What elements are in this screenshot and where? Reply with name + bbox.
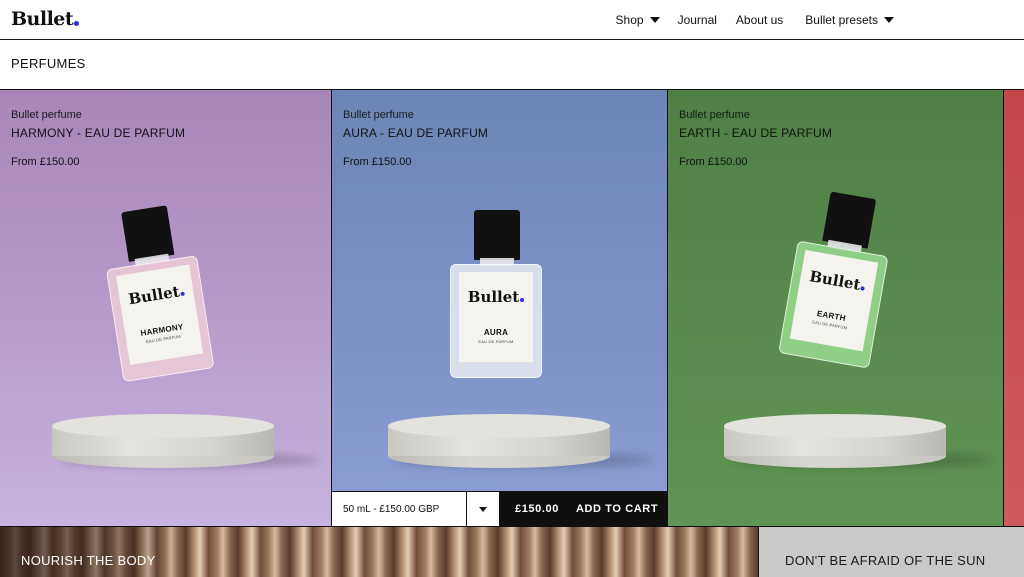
section-title: PERFUMES (11, 56, 86, 71)
collection-title: NOURISH THE BODY (21, 553, 156, 568)
perfume-bottle: Bullet EARTH EAU DE PARFUM (778, 187, 898, 369)
nav-about-label: About us (735, 13, 784, 27)
chevron-down-icon (649, 17, 660, 23)
main-nav: Shop Journal About us Bullet presets (616, 0, 894, 40)
cart-price: £150.00 (515, 503, 559, 515)
bottom-collections: NOURISH THE BODY DON'T BE AFRAID OF THE … (0, 526, 1024, 577)
product-name[interactable]: HARMONY - EAU DE PARFUM (11, 126, 185, 140)
product-card-next-partial[interactable] (1004, 90, 1024, 526)
nav-presets[interactable]: Bullet presets (805, 13, 894, 27)
bottle-label: Bullet EARTH EAU DE PARFUM (789, 249, 879, 352)
product-name[interactable]: EARTH - EAU DE PARFUM (679, 126, 832, 140)
product-name[interactable]: AURA - EAU DE PARFUM (343, 126, 488, 140)
nav-shop[interactable]: Shop (616, 13, 660, 27)
brand-logo[interactable]: Bullet (11, 8, 80, 30)
variant-dropdown-toggle[interactable] (467, 492, 499, 526)
product-card-harmony[interactable]: Bullet perfume HARMONY - EAU DE PARFUM F… (0, 90, 332, 526)
site-header: Bullet Shop Journal About us Bullet pres… (0, 0, 1024, 40)
bottle-label: Bullet HARMONY EAU DE PARFUM (116, 264, 204, 365)
chevron-down-icon (479, 506, 487, 512)
product-price: From £150.00 (679, 156, 748, 168)
nav-presets-label: Bullet presets (805, 13, 878, 27)
perfume-bottle: Bullet HARMONY EAU DE PARFUM (97, 202, 215, 383)
perfume-bottle: Bullet AURA EAU DE PARFUM (450, 210, 542, 378)
pedestal (52, 414, 274, 468)
product-card-aura[interactable]: Bullet perfume AURA - EAU DE PARFUM From… (332, 90, 668, 526)
nav-journal[interactable]: Journal (678, 13, 717, 27)
product-price: From £150.00 (343, 156, 412, 168)
product-price: From £150.00 (11, 156, 80, 168)
variant-select[interactable]: 50 mL - £150.00 GBP (332, 492, 467, 526)
nav-shop-label: Shop (615, 13, 644, 27)
chevron-down-icon (884, 17, 894, 23)
collection-title: DON'T BE AFRAID OF THE SUN (785, 553, 986, 568)
add-to-cart-button[interactable]: £150.00 ADD TO CART (499, 492, 667, 526)
collection-tile-nourish[interactable]: NOURISH THE BODY (0, 527, 758, 577)
section-bar: PERFUMES (0, 40, 1024, 90)
nav-about[interactable]: About us (736, 13, 783, 27)
pedestal (388, 414, 610, 468)
nav-journal-label: Journal (677, 13, 717, 27)
product-card-earth[interactable]: Bullet perfume EARTH - EAU DE PARFUM Fro… (668, 90, 1004, 526)
pedestal (724, 414, 946, 468)
add-to-cart-label: ADD TO CART (575, 503, 659, 515)
product-brand: Bullet perfume (679, 109, 750, 121)
bottle-label: Bullet AURA EAU DE PARFUM (459, 272, 533, 362)
product-grid: Bullet perfume HARMONY - EAU DE PARFUM F… (0, 90, 1024, 526)
product-brand: Bullet perfume (343, 109, 414, 121)
product-brand: Bullet perfume (11, 109, 82, 121)
add-to-cart-bar: 50 mL - £150.00 GBP £150.00 ADD TO CART (332, 491, 667, 526)
collection-tile-sun[interactable]: DON'T BE AFRAID OF THE SUN (758, 527, 1024, 577)
logo-dot (74, 21, 80, 26)
